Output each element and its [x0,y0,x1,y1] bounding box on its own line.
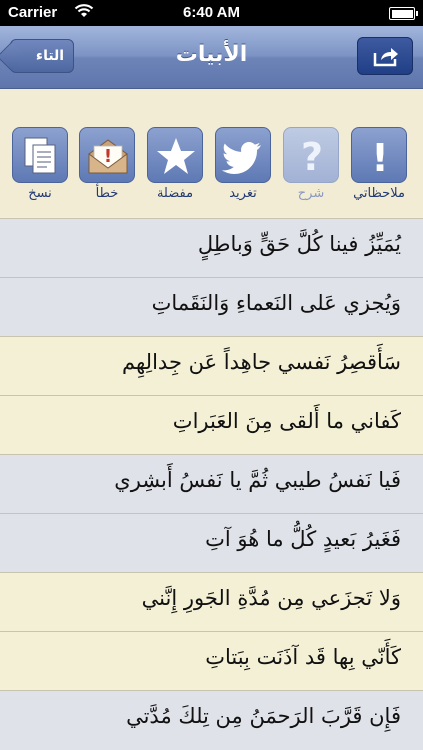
copy-label: نسخ [28,186,52,201]
svg-text:!: ! [104,146,112,167]
notes-action[interactable]: ! ملاحظاتي [351,127,407,201]
verse-text: فَيا نَفسُ طيبي ثُمَّ يا نَفسُ أَبشِري [114,468,401,492]
verse-row[interactable]: كَأَنّي بِها قَد آذَنَت بِبَتاتِ [0,631,423,691]
verse-row[interactable]: وَيُجزي عَلى النَعماءِ وَالنَقَماتِ [0,277,423,337]
share-icon [373,48,398,67]
twitter-icon [221,142,261,174]
verse-row[interactable]: فَغَيرُ بَعيدٍ كُلُّ ما هُوَ آتِ [0,513,423,573]
explanation-label: شرح [297,186,325,201]
tweet-action[interactable]: تغريد [215,127,271,201]
status-time: 6:40 AM [183,4,240,21]
battery-icon [389,7,418,20]
verse-row[interactable]: وَلا تَجزَعي مِن مُدَّةِ الجَورِ إِنَّني [0,572,423,632]
verse-row[interactable]: فَيا نَفسُ طيبي ثُمَّ يا نَفسُ أَبشِري [0,454,423,514]
star-icon [157,138,195,174]
verse-row[interactable]: كَفاني ما أَلقى مِنَ العَبَراتِ [0,395,423,455]
verse-text: كَفاني ما أَلقى مِنَ العَبَراتِ [172,409,401,433]
verse-text: يُمَيِّزُ فينا كُلَّ حَقٍّ وَباطِلٍ [197,232,401,256]
report-error-label: خطأ [95,186,119,201]
report-error-action[interactable]: ! خطأ [79,127,135,201]
verses-list[interactable]: يُمَيِّزُ فينا كُلَّ حَقٍّ وَباطِلٍ وَيُ… [0,218,423,750]
copy-icon [24,137,56,174]
svg-text:?: ? [301,135,323,179]
tweet-label: تغريد [229,186,257,201]
notes-label: ملاحظاتي [353,186,405,201]
report-error-icon: ! [88,139,128,174]
favorite-label: مفضلة [156,186,194,201]
verse-text: وَلا تَجزَعي مِن مُدَّةِ الجَورِ إِنَّني [141,586,401,610]
question-icon: ? [301,135,323,179]
exclamation-icon: ! [371,136,388,180]
verse-text: فَإِن قَرَّبَ الرَحمَنُ مِن تِلكَ مُدَّت… [126,704,401,728]
favorite-action[interactable]: مفضلة [147,127,203,201]
action-toolbar: نسخ ! خطأ مفضلة تغريد ? شرح ! ملاحظاتي [0,89,423,217]
verse-text: كَأَنّي بِها قَد آذَنَت بِبَتاتِ [205,645,401,669]
copy-action[interactable]: نسخ [12,127,68,201]
explanation-action[interactable]: ? شرح [283,127,339,201]
verse-text: فَغَيرُ بَعيدٍ كُلُّ ما هُوَ آتِ [205,527,401,551]
verse-text: وَيُجزي عَلى النَعماءِ وَالنَقَماتِ [151,291,401,315]
verse-row[interactable]: يُمَيِّزُ فينا كُلَّ حَقٍّ وَباطِلٍ [0,218,423,278]
svg-text:!: ! [371,136,388,180]
share-button[interactable] [357,37,413,75]
navigation-bar: التاء الأبيات [0,26,423,89]
verse-row[interactable]: فَإِن قَرَّبَ الرَحمَنُ مِن تِلكَ مُدَّت… [0,690,423,750]
status-bar: Carrier 6:40 AM [0,0,423,26]
verse-text: سَأَقصِرُ نَفسي جاهِداً عَن جِدالِهِم [122,350,401,374]
verse-row[interactable]: سَأَقصِرُ نَفسي جاهِداً عَن جِدالِهِم [0,336,423,396]
